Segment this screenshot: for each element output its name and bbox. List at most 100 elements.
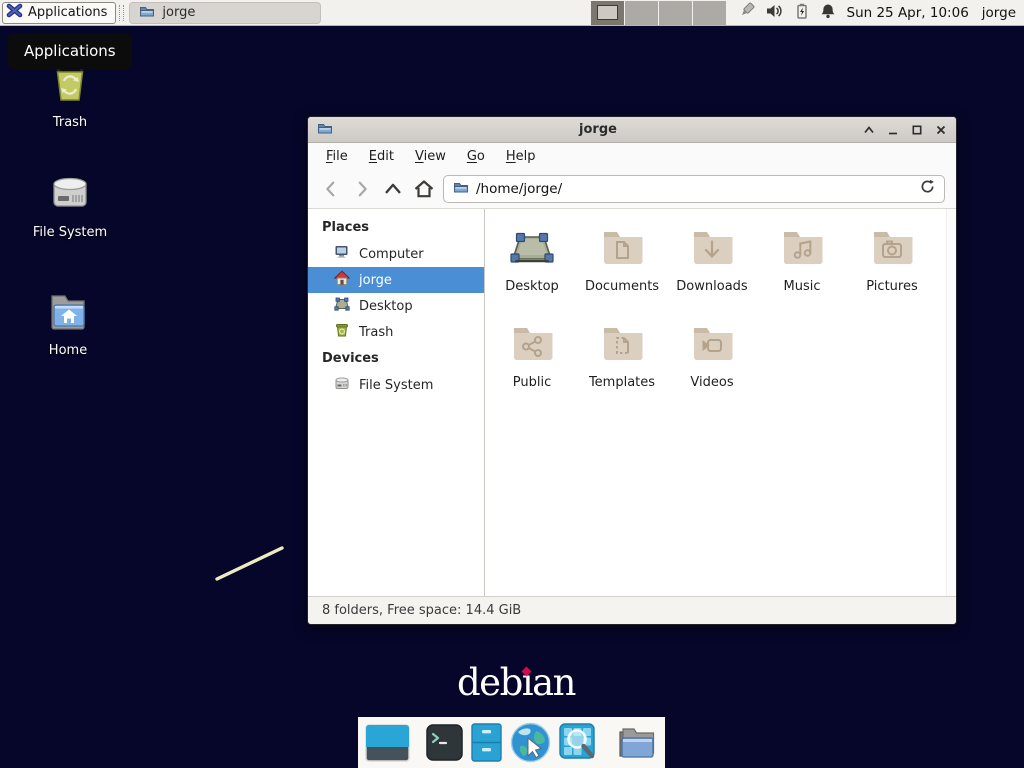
system-tray — [738, 2, 836, 23]
statusbar-text: 8 folders, Free space: 14.4 GiB — [322, 603, 521, 618]
desktop-icon — [334, 296, 350, 316]
shade-button[interactable] — [863, 124, 875, 136]
menu-file[interactable]: File — [317, 146, 357, 167]
location-bar[interactable]: /home/jorge/ — [443, 175, 945, 203]
harddrive-icon — [334, 375, 350, 395]
bottom-dock — [358, 717, 665, 768]
file-item-label: Templates — [589, 375, 655, 390]
stylus-icon[interactable] — [738, 2, 756, 23]
file-item-label: Public — [513, 375, 551, 390]
file-item-templates[interactable]: Templates — [577, 319, 667, 415]
home-folder-icon — [44, 288, 92, 338]
desktop-icon-label: Trash — [53, 115, 87, 130]
panel-handle[interactable] — [119, 5, 124, 21]
panel-user-label[interactable]: jorge — [982, 5, 1016, 21]
music-folder-icon — [778, 223, 826, 275]
window-title: jorge — [333, 122, 863, 137]
file-item-label: Pictures — [866, 279, 917, 294]
workspace-window-preview — [597, 5, 618, 20]
file-item-label: Desktop — [505, 279, 559, 294]
sidebar-item-jorge[interactable]: jorge — [308, 267, 484, 293]
applications-tooltip: Applications — [8, 33, 132, 69]
sidebar-item-trash[interactable]: Trash — [308, 319, 484, 345]
videos-folder-icon — [688, 319, 736, 371]
file-item-documents[interactable]: Documents — [577, 223, 667, 319]
folder-icon — [453, 179, 469, 199]
minimize-button[interactable] — [887, 124, 899, 136]
public-folder-icon — [508, 319, 556, 371]
workspace-2[interactable] — [625, 1, 658, 25]
file-manager-window: jorge File Edit View Go Help — [307, 116, 957, 625]
file-item-desktop[interactable]: Desktop — [487, 223, 577, 319]
file-item-label: Documents — [585, 279, 659, 294]
desktop-icon — [508, 223, 556, 275]
app-finder-icon[interactable] — [559, 723, 599, 763]
home-button[interactable] — [412, 177, 436, 201]
sidebar-header-devices: Devices — [308, 345, 484, 372]
back-button[interactable] — [319, 177, 343, 201]
trash-icon — [334, 322, 350, 342]
menu-go[interactable]: Go — [458, 146, 494, 167]
applications-menu-button[interactable]: Applications — [2, 2, 116, 24]
user-home-icon — [334, 270, 350, 290]
volume-icon[interactable] — [766, 3, 784, 23]
taskbar-window-button[interactable]: jorge — [129, 2, 321, 24]
file-item-downloads[interactable]: Downloads — [667, 223, 757, 319]
show-desktop-icon[interactable] — [365, 724, 410, 762]
sidebar-item-label: Desktop — [359, 299, 413, 314]
titlebar[interactable]: jorge — [308, 117, 956, 143]
top-panel: Applications jorge — [0, 0, 1024, 26]
file-item-label: Videos — [690, 375, 733, 390]
workspace-1[interactable] — [591, 1, 624, 25]
computer-icon — [334, 244, 350, 264]
reload-icon[interactable] — [920, 179, 935, 198]
sidebar-item-label: jorge — [359, 273, 392, 288]
desktop-icon-label: File System — [33, 225, 107, 240]
harddrive-icon — [46, 172, 94, 220]
sidebar-item-computer[interactable]: Computer — [308, 241, 484, 267]
sidebar-item-desktop[interactable]: Desktop — [308, 293, 484, 319]
desktop-icon-file-system[interactable]: File System — [20, 172, 120, 240]
taskbar-window-label: jorge — [162, 5, 195, 20]
statusbar: 8 folders, Free space: 14.4 GiB — [308, 596, 956, 624]
directory-menu-icon[interactable] — [615, 724, 658, 761]
file-item-public[interactable]: Public — [487, 319, 577, 415]
downloads-folder-icon — [688, 223, 736, 275]
sidebar-item-file-system[interactable]: File System — [308, 372, 484, 398]
menu-help[interactable]: Help — [497, 146, 545, 167]
maximize-button[interactable] — [911, 124, 923, 136]
file-item-videos[interactable]: Videos — [667, 319, 757, 415]
folder-icon — [139, 3, 155, 23]
sidebar-item-label: Trash — [359, 325, 393, 340]
web-browser-icon[interactable] — [510, 722, 551, 763]
file-item-label: Music — [784, 279, 821, 294]
location-input[interactable]: /home/jorge/ — [476, 181, 913, 197]
file-view[interactable]: Desktop Documents — [485, 209, 956, 596]
vertical-scrollbar[interactable] — [946, 209, 956, 596]
workspace-3[interactable] — [659, 1, 692, 25]
sidebar: Places Computer — [308, 209, 485, 596]
file-item-label: Downloads — [676, 279, 747, 294]
close-button[interactable] — [935, 124, 947, 136]
workspace-4[interactable] — [693, 1, 726, 25]
file-manager-icon[interactable] — [471, 723, 502, 762]
file-item-pictures[interactable]: Pictures — [847, 223, 937, 319]
templates-folder-icon — [598, 319, 646, 371]
panel-clock[interactable]: Sun 25 Apr, 10:06 — [847, 5, 969, 21]
desktop-icon-home[interactable]: Home — [18, 288, 118, 358]
file-item-music[interactable]: Music — [757, 223, 847, 319]
menu-edit[interactable]: Edit — [360, 146, 403, 167]
sidebar-header-places: Places — [308, 214, 484, 241]
notifications-icon[interactable] — [820, 3, 836, 23]
toolbar: /home/jorge/ — [308, 169, 956, 209]
battery-icon[interactable] — [794, 3, 810, 23]
terminal-icon[interactable] — [426, 724, 463, 761]
forward-button[interactable] — [350, 177, 374, 201]
desktop-stray-line — [210, 540, 290, 590]
up-button[interactable] — [381, 177, 405, 201]
menu-view[interactable]: View — [406, 146, 455, 167]
debian-logo-text: deb — [457, 661, 522, 704]
debian-logo: debıan — [457, 661, 575, 704]
pictures-folder-icon — [868, 223, 916, 275]
menubar: File Edit View Go Help — [308, 143, 956, 169]
